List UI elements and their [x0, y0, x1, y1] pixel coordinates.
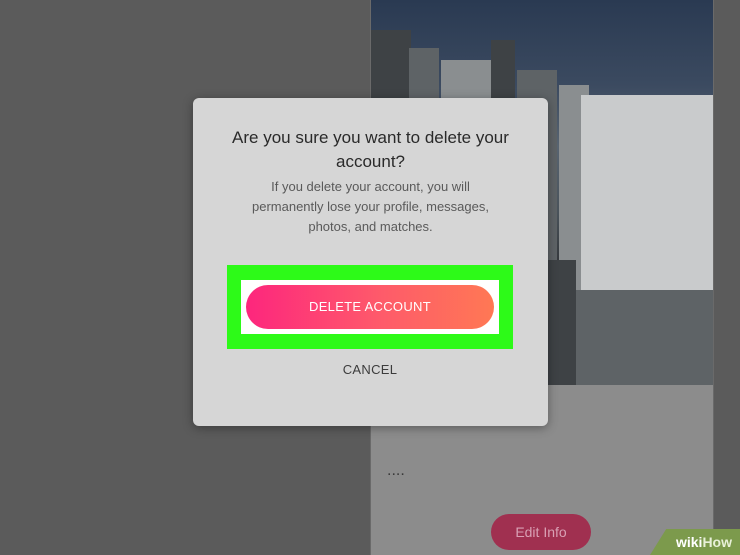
edit-info-button[interactable]: Edit Info — [491, 514, 591, 550]
cancel-button[interactable]: CANCEL — [320, 362, 420, 382]
highlight-inner: DELETE ACCOUNT — [241, 280, 499, 334]
watermark-suffix: How — [702, 534, 732, 550]
delete-account-dialog: Are you sure you want to delete your acc… — [193, 98, 548, 426]
highlight-box: DELETE ACCOUNT — [227, 265, 513, 349]
dialog-message: If you delete your account, you will per… — [251, 179, 489, 234]
bio-text: .... — [387, 462, 405, 479]
watermark-prefix: wiki — [675, 534, 703, 550]
delete-account-button[interactable]: DELETE ACCOUNT — [246, 285, 494, 329]
dialog-title: Are you sure you want to delete your acc… — [232, 128, 509, 171]
